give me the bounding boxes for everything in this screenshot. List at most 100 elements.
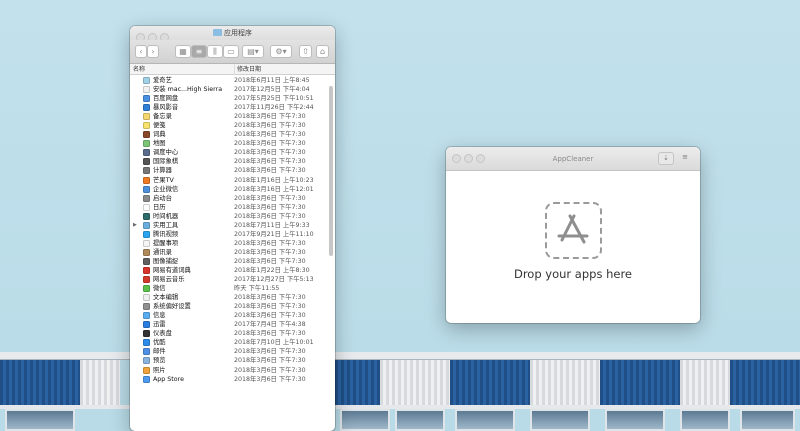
building-window	[395, 409, 445, 431]
close-button[interactable]	[452, 154, 461, 163]
app-icon	[143, 176, 150, 184]
list-item[interactable]: 通讯录 2018年3月6日 下午7:30	[130, 248, 335, 257]
list-item[interactable]: 系统偏好设置 2018年3月6日 下午7:30	[130, 302, 335, 311]
item-name: 时间机器	[153, 212, 179, 220]
forward-button[interactable]: ›	[147, 45, 159, 58]
group-menu-button[interactable]: ▤▾	[242, 45, 264, 58]
list-item[interactable]: 启动台 2018年3月6日 下午7:30	[130, 194, 335, 203]
item-name: 地图	[153, 140, 166, 148]
file-list: 爱奇艺 2018年6月11日 上午8:45 安装 mac...High Sierra…	[130, 76, 335, 431]
building-panel	[450, 360, 530, 405]
gallery-view-button[interactable]: ▭	[223, 45, 239, 58]
item-date: 2017年9月21日 上午11:10	[234, 230, 314, 238]
zoom-button[interactable]	[476, 154, 485, 163]
item-date: 2018年3月6日 下午7:30	[234, 257, 306, 265]
app-icon	[143, 303, 150, 311]
list-item[interactable]: 国际象棋 2018年3月6日 下午7:30	[130, 157, 335, 166]
list-item[interactable]: 词典 2018年3月6日 下午7:30	[130, 130, 335, 139]
list-item[interactable]: 调度中心 2018年3月6日 下午7:30	[130, 148, 335, 157]
finder-titlebar[interactable]: 应用程序	[130, 26, 335, 42]
item-name: 提醒事项	[153, 239, 179, 247]
item-name: 启动台	[153, 194, 172, 202]
app-icon	[143, 312, 150, 320]
app-icon	[143, 86, 150, 94]
list-item[interactable]: 微信 昨天 下午11:55	[130, 284, 335, 293]
building-window	[680, 409, 730, 431]
list-item[interactable]: 地图 2018年3月6日 下午7:30	[130, 139, 335, 148]
icon-view-button[interactable]: ▦	[175, 45, 191, 58]
app-icon	[143, 348, 150, 356]
appcleaner-titlebar[interactable]: AppCleaner ⇣ ≡	[446, 147, 700, 171]
list-item[interactable]: 芒果TV 2018年1月16日 上午10:23	[130, 176, 335, 185]
list-item[interactable]: 计算器 2018年3月6日 下午7:30	[130, 166, 335, 175]
list-item[interactable]: 腾讯视频 2017年9月21日 上午11:10	[130, 230, 335, 239]
scrollbar[interactable]	[329, 86, 333, 256]
list-view-button[interactable]: ≡	[191, 45, 207, 58]
list-item[interactable]: 百度网盘 2017年5月25日 下午10:51	[130, 94, 335, 103]
app-icon	[143, 113, 150, 121]
list-item[interactable]: 预览 2018年3月6日 下午7:30	[130, 356, 335, 365]
back-button[interactable]: ‹	[135, 45, 147, 58]
list-item[interactable]: 网易有道词典 2018年1月22日 上午8:30	[130, 266, 335, 275]
column-header-date[interactable]: 修改日期	[234, 64, 261, 75]
column-header-name[interactable]: 名称	[133, 64, 145, 75]
item-date: 2018年3月6日 下午7:30	[234, 366, 306, 374]
item-name: 百度网盘	[153, 95, 179, 103]
download-icon: ⇣	[663, 154, 669, 162]
list-item[interactable]: 照片 2018年3月6日 下午7:30	[130, 366, 335, 375]
list-item[interactable]: 便笺 2018年3月6日 下午7:30	[130, 121, 335, 130]
building-window	[455, 409, 515, 431]
list-icon: ≡	[195, 47, 203, 56]
hamburger-icon: ≡	[682, 153, 688, 161]
building-window	[740, 409, 795, 431]
list-item[interactable]: 备忘录 2018年3月6日 下午7:30	[130, 112, 335, 121]
finder-window: 应用程序 ‹ › ▦ ≡ ⫼ ▭ ▤▾ ⚙▾ ⇧ ⌂ 名称 修改日期 爱奇艺 20…	[130, 26, 335, 431]
list-item[interactable]: 迅雷 2017年7月4日 下午4:38	[130, 320, 335, 329]
list-item[interactable]: 优酷 2018年7月10日 上午10:01	[130, 338, 335, 347]
list-item[interactable]: 时间机器 2018年3月6日 下午7:30	[130, 212, 335, 221]
list-item[interactable]: 图像捕捉 2018年3月6日 下午7:30	[130, 257, 335, 266]
app-icon	[143, 122, 150, 130]
minimize-button[interactable]	[464, 154, 473, 163]
item-name: 词典	[153, 131, 166, 139]
app-icon	[143, 266, 150, 274]
list-item[interactable]: 日历 2018年3月6日 下午7:30	[130, 203, 335, 212]
drop-zone[interactable]	[545, 202, 602, 259]
app-store-icon	[557, 214, 589, 244]
chevron-left-icon: ‹	[139, 47, 143, 56]
list-item[interactable]: 邮件 2018年3月6日 下午7:30	[130, 347, 335, 356]
menu-button[interactable]: ≡	[677, 152, 693, 165]
list-item[interactable]: 企业微信 2018年3月16日 上午12:01	[130, 185, 335, 194]
disclosure-triangle-icon[interactable]: ▶	[133, 221, 137, 230]
list-item[interactable]: 安装 mac...High Sierra 2017年12月5日 下午4:04	[130, 85, 335, 94]
app-icon	[143, 339, 150, 347]
action-menu-button[interactable]: ⚙▾	[270, 45, 292, 58]
app-icon	[143, 149, 150, 157]
list-apps-button[interactable]: ⇣	[658, 152, 674, 165]
list-item[interactable]: 暴风影音 2017年11月26日 下午2:44	[130, 103, 335, 112]
building-panel	[0, 360, 80, 405]
app-icon	[143, 375, 150, 383]
app-icon	[143, 330, 150, 338]
list-item[interactable]: ▶ 实用工具 2018年7月11日 上午9:33	[130, 221, 335, 230]
list-item[interactable]: 爱奇艺 2018年6月11日 上午8:45	[130, 76, 335, 85]
app-icon	[143, 285, 150, 293]
list-item[interactable]: 仪表盘 2018年3月6日 下午7:30	[130, 329, 335, 338]
list-item[interactable]: 文本编辑 2018年3月6日 下午7:30	[130, 293, 335, 302]
list-item[interactable]: 网易云音乐 2017年12月27日 下午5:13	[130, 275, 335, 284]
app-icon	[143, 167, 150, 175]
building-panel	[600, 360, 680, 405]
list-item[interactable]: App Store 2018年3月6日 下午7:30	[130, 375, 335, 384]
item-name: 网易有道词典	[153, 266, 191, 274]
share-button[interactable]: ⇧	[299, 45, 312, 58]
item-name: 文本编辑	[153, 294, 179, 302]
columns-icon: ⫼	[213, 47, 217, 56]
item-date: 昨天 下午11:55	[234, 285, 280, 293]
item-name: 安装 mac...High Sierra	[153, 86, 223, 94]
item-date: 2018年3月6日 下午7:30	[234, 357, 306, 365]
building-panel	[730, 360, 800, 405]
list-item[interactable]: 提醒事项 2018年3月6日 下午7:30	[130, 239, 335, 248]
column-view-button[interactable]: ⫼	[207, 45, 223, 58]
tags-button[interactable]: ⌂	[316, 45, 329, 58]
list-item[interactable]: 信息 2018年3月6日 下午7:30	[130, 311, 335, 320]
